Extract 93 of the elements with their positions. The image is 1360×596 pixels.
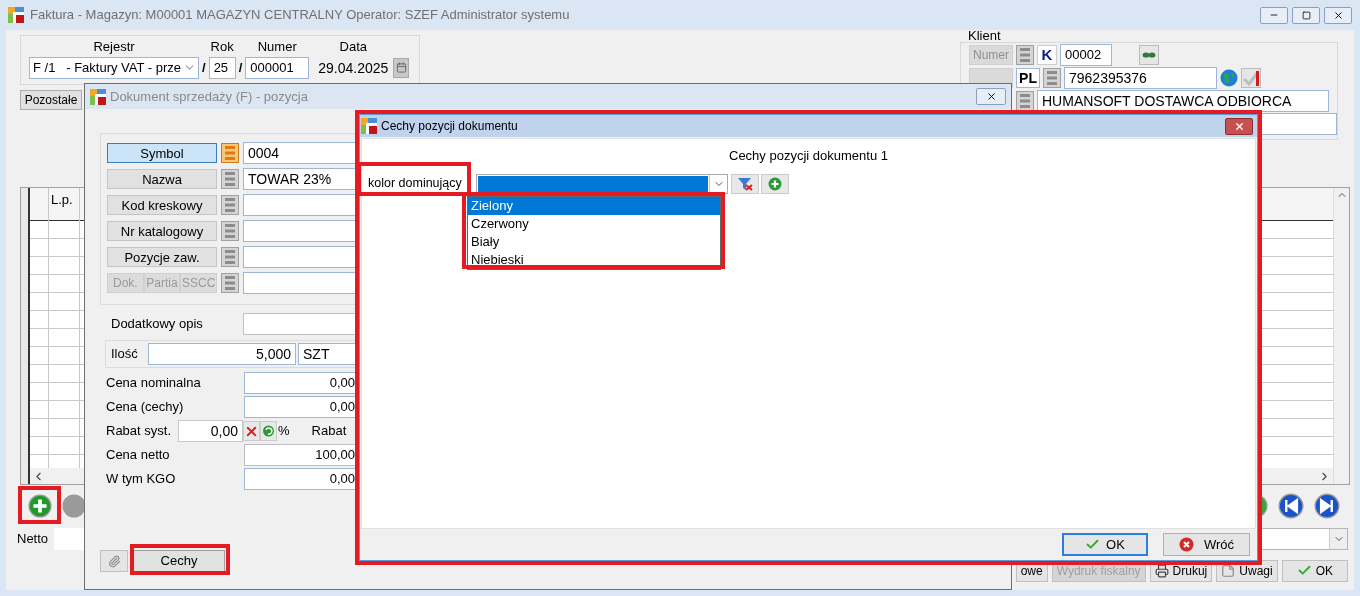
separator-text: / xyxy=(202,58,206,77)
netto-label: Netto xyxy=(17,530,49,549)
year-label: Rok xyxy=(210,38,234,56)
minimize-button[interactable] xyxy=(1260,6,1288,24)
list-icon[interactable] xyxy=(1016,91,1034,111)
client-name-field[interactable]: HUMANSOFT DOSTAWCA ODBIORCA xyxy=(1037,90,1329,112)
check-icon xyxy=(1296,563,1312,578)
attachment-button[interactable] xyxy=(100,550,128,572)
list-icon[interactable] xyxy=(221,221,239,241)
back-button[interactable]: Wróć xyxy=(1163,533,1250,556)
number-field[interactable]: 000001 xyxy=(245,56,310,79)
option-item[interactable]: Zielony xyxy=(468,197,720,215)
dialog-title: Dokument sprzedaży (F) - pozycja xyxy=(110,87,308,106)
clear-button[interactable] xyxy=(243,421,260,441)
option-item[interactable]: Czerwony xyxy=(468,215,720,233)
lookup-button[interactable]: Kod kreskowy xyxy=(107,195,217,215)
refresh-icon[interactable] xyxy=(260,421,277,441)
maximize-button[interactable] xyxy=(1292,6,1320,24)
list-icon[interactable] xyxy=(221,273,239,293)
highlight-frame xyxy=(18,486,61,524)
calendar-button[interactable] xyxy=(393,57,410,78)
column-header[interactable]: L.p. xyxy=(49,188,79,221)
check-icon[interactable] xyxy=(1241,68,1261,88)
netto-field[interactable] xyxy=(54,528,85,550)
nip-field[interactable]: 7962395376 xyxy=(1064,67,1217,89)
check-icon xyxy=(1085,537,1101,552)
quantity-label: Ilość xyxy=(111,345,139,364)
cancel-icon xyxy=(1178,537,1194,552)
maximize-icon xyxy=(1301,10,1311,20)
client-label: Klient xyxy=(968,30,1002,42)
price-label: Cena (cechy) xyxy=(106,398,185,417)
price-label: W tym KGO xyxy=(106,470,177,489)
close-icon xyxy=(1233,120,1245,132)
footer-button[interactable]: OK xyxy=(1281,559,1348,582)
app-icon xyxy=(8,7,24,23)
year-field[interactable]: 25 xyxy=(208,56,236,79)
lookup-button[interactable]: Pozycje zaw. xyxy=(107,247,217,267)
feature-combobox[interactable] xyxy=(476,173,728,194)
glasses-icon xyxy=(1142,51,1156,59)
date-text: 29.04.2025 xyxy=(318,58,389,78)
date-label: Data xyxy=(339,38,367,56)
ok-button[interactable]: OK xyxy=(1062,533,1148,556)
price-label: Cena nominalna xyxy=(106,374,202,393)
globe-icon[interactable] xyxy=(1220,69,1238,87)
number-label: Numer xyxy=(257,38,297,56)
percent-text: % xyxy=(278,422,290,441)
filter-clear-icon xyxy=(737,176,753,191)
lookup-button[interactable]: Nazwa xyxy=(107,169,217,189)
note-icon xyxy=(1221,563,1236,578)
description-label: Dodatkowy opis xyxy=(111,315,204,334)
close-icon xyxy=(1332,9,1344,21)
paperclip-icon xyxy=(107,554,121,568)
add-button[interactable] xyxy=(761,173,789,194)
price-label: Cena netto xyxy=(106,446,171,465)
close-icon xyxy=(985,91,997,102)
discount-field[interactable]: 0,00 xyxy=(178,420,243,442)
round-icon[interactable] xyxy=(62,494,86,518)
client-number-field[interactable]: 00002 xyxy=(1060,44,1112,66)
close-button[interactable] xyxy=(1324,6,1352,24)
filter-button[interactable] xyxy=(731,173,759,194)
lookup-button[interactable]: Nr katalogowy xyxy=(107,221,217,241)
dialog-title: Cechy pozycji dokumentu xyxy=(381,118,518,135)
list-icon[interactable] xyxy=(221,247,239,267)
list-icon[interactable] xyxy=(221,143,239,163)
close-button[interactable] xyxy=(1225,117,1253,135)
app-icon xyxy=(361,118,377,134)
register-label: Rejestr xyxy=(93,38,135,56)
glasses-button[interactable] xyxy=(1139,45,1159,65)
features-heading: Cechy pozycji dokumentu 1 xyxy=(729,147,888,165)
list-icon[interactable] xyxy=(1043,68,1061,88)
app-icon xyxy=(90,88,106,105)
window-title: Faktura - Magazyn: M00001 MAGAZYN CENTRALNY Operator: SZEF Administrator systemu xyxy=(30,6,570,25)
client-kind-code: K xyxy=(1037,45,1057,65)
vertical-scrollbar[interactable] xyxy=(1333,188,1349,484)
add-icon[interactable] xyxy=(28,494,52,518)
list-icon[interactable] xyxy=(221,169,239,189)
close-button[interactable] xyxy=(976,88,1006,105)
discount-label: Rabat xyxy=(311,422,347,441)
quantity-field[interactable]: 5,000 xyxy=(148,343,296,365)
features-button[interactable]: Cechy xyxy=(133,550,225,572)
country-code: PL xyxy=(1016,68,1040,88)
add-icon xyxy=(768,176,782,191)
separator-text: / xyxy=(238,58,243,77)
list-icon[interactable] xyxy=(1016,45,1034,65)
option-item[interactable]: Biały xyxy=(468,233,720,251)
lookup-button[interactable]: Symbol xyxy=(107,143,217,163)
register-combobox[interactable]: F /1 - Faktury VAT - prze xyxy=(29,56,199,79)
other-button[interactable]: Pozostałe xyxy=(20,89,82,110)
list-icon[interactable] xyxy=(221,195,239,215)
discount-label: Rabat syst. xyxy=(106,422,173,441)
skip-forward-icon[interactable] xyxy=(1314,493,1340,519)
skip-back-icon[interactable] xyxy=(1278,493,1304,519)
printer-icon xyxy=(1154,563,1169,578)
